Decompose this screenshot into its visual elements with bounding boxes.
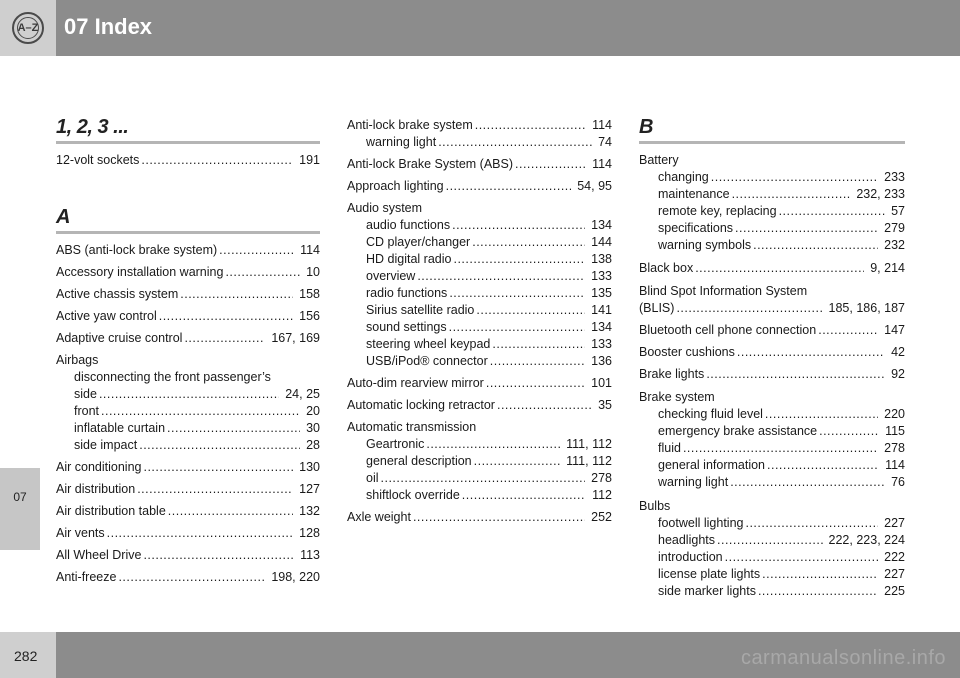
chapter-tab[interactable]: 07: [0, 468, 40, 550]
index-subentry[interactable]: general information114: [658, 457, 905, 474]
index-entry[interactable]: Bluetooth cell phone connection147: [639, 322, 905, 339]
index-subentry[interactable]: radio functions135: [366, 285, 612, 302]
index-subentry[interactable]: warning light74: [366, 134, 612, 151]
index-entry[interactable]: Active chassis system158: [56, 286, 320, 303]
index-subentry[interactable]: fluid278: [658, 440, 905, 457]
index-entry[interactable]: Accessory installation warning10: [56, 264, 320, 281]
watermark: carmanualsonline.info: [740, 647, 946, 669]
a-z-icon: A–Z: [12, 12, 44, 44]
index-subentry[interactable]: emergency brake assistance115: [658, 423, 905, 440]
index-subentry[interactable]: Geartronic111, 112: [366, 436, 612, 453]
index-subentry[interactable]: CD player/changer144: [366, 234, 612, 251]
index-subentry[interactable]: inflatable curtain30: [74, 420, 320, 437]
index-subentry[interactable]: warning symbols232: [658, 237, 905, 254]
index-entry[interactable]: Air vents128: [56, 525, 320, 542]
index-subentry[interactable]: footwell lighting227: [658, 515, 905, 532]
index-entry-heading[interactable]: Audio system: [347, 200, 422, 217]
page-title: 07 Index: [64, 14, 153, 39]
index-entry-heading[interactable]: Bulbs: [639, 498, 670, 515]
index-subentry[interactable]: oil278: [366, 470, 612, 487]
a-z-icon-text: A–Z: [17, 22, 39, 34]
index-entry-heading[interactable]: Blind Spot Information System: [639, 283, 807, 300]
index-entry-heading[interactable]: Brake system: [639, 389, 715, 406]
index-subentry[interactable]: headlights222, 223, 224: [658, 532, 905, 549]
index-subentry[interactable]: license plate lights227: [658, 566, 905, 583]
index-subentry[interactable]: shiftlock override112: [366, 487, 612, 504]
index-entry[interactable]: Black box9, 214: [639, 260, 905, 277]
index-subentry[interactable]: changing233: [658, 169, 905, 186]
index-subentry[interactable]: HD digital radio138: [366, 251, 612, 268]
index-subentry[interactable]: specifications279: [658, 220, 905, 237]
index-subentry[interactable]: checking fluid level220: [658, 406, 905, 423]
index-entry[interactable]: 12-volt sockets191: [56, 152, 320, 169]
index-entry-heading[interactable]: Battery: [639, 152, 679, 169]
index-subentry[interactable]: maintenance232, 233: [658, 186, 905, 203]
index-subentry[interactable]: side impact28: [74, 437, 320, 454]
index-entry[interactable]: Booster cushions42: [639, 344, 905, 361]
index-subentry-text[interactable]: disconnecting the front passenger’s: [74, 369, 271, 386]
index-subentry[interactable]: warning light76: [658, 474, 905, 491]
index-subentry[interactable]: overview133: [366, 268, 612, 285]
index-entry[interactable]: Automatic locking retractor35: [347, 397, 612, 414]
index-entry[interactable]: Air conditioning130: [56, 459, 320, 476]
index-entry[interactable]: Air distribution table132: [56, 503, 320, 520]
section-rule: [56, 141, 320, 144]
index-entry[interactable]: Auto-dim rearview mirror101: [347, 375, 612, 392]
index-entry[interactable]: ABS (anti-lock brake system)114: [56, 242, 320, 259]
index-subentry[interactable]: steering wheel keypad133: [366, 336, 612, 353]
index-entry[interactable]: All Wheel Drive113: [56, 547, 320, 564]
index-subentry[interactable]: remote key, replacing57: [658, 203, 905, 220]
page-number: 282: [14, 648, 38, 664]
index-subentry[interactable]: Sirius satellite radio141: [366, 302, 612, 319]
index-subentry[interactable]: front20: [74, 403, 320, 420]
section-heading-a: A: [56, 206, 70, 228]
index-entry[interactable]: Anti-freeze198, 220: [56, 569, 320, 586]
index-entry-heading[interactable]: Automatic transmission: [347, 419, 476, 436]
index-entry[interactable]: Axle weight252: [347, 509, 612, 526]
section-heading-b: B: [639, 116, 653, 138]
index-subentry[interactable]: general description111, 112: [366, 453, 612, 470]
index-subentry[interactable]: sound settings134: [366, 319, 612, 336]
index-icon-box: A–Z: [0, 0, 56, 56]
index-entry[interactable]: Brake lights92: [639, 366, 905, 383]
index-entry[interactable]: Active yaw control156: [56, 308, 320, 325]
index-subentry[interactable]: side24, 25: [74, 386, 320, 403]
index-subentry[interactable]: USB/iPod® connector136: [366, 353, 612, 370]
chapter-tab-label: 07: [13, 490, 27, 504]
index-entry[interactable]: Air distribution127: [56, 481, 320, 498]
index-entry[interactable]: (BLIS)185, 186, 187: [639, 300, 905, 317]
section-rule: [56, 231, 320, 234]
index-entry-heading[interactable]: Airbags: [56, 352, 98, 369]
index-subentry[interactable]: audio functions134: [366, 217, 612, 234]
index-entry[interactable]: Adaptive cruise control167, 169: [56, 330, 320, 347]
index-subentry[interactable]: introduction222: [658, 549, 905, 566]
index-entry[interactable]: Anti-lock brake system114: [347, 117, 612, 134]
index-subentry[interactable]: side marker lights225: [658, 583, 905, 600]
index-entry[interactable]: Anti-lock Brake System (ABS)114: [347, 156, 612, 173]
section-heading-123: 1, 2, 3 ...: [56, 116, 129, 138]
side-strip-blank: [0, 56, 40, 468]
section-rule: [639, 141, 905, 144]
index-entry[interactable]: Approach lighting54, 95: [347, 178, 612, 195]
